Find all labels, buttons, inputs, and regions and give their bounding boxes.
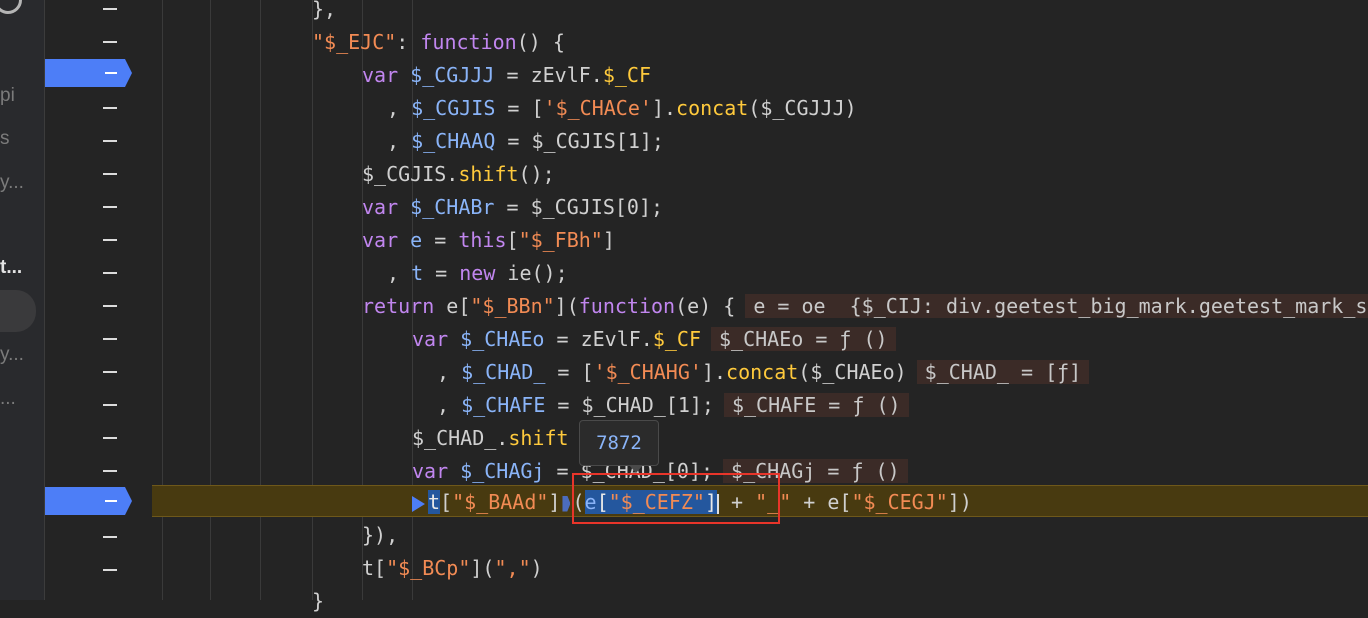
gutter-marker[interactable] bbox=[103, 173, 117, 175]
sidebar-item[interactable]: pi bbox=[0, 85, 15, 107]
gutter-marker[interactable] bbox=[103, 206, 117, 208]
gutter-marker[interactable] bbox=[103, 437, 117, 439]
code-line: "$_EJC": function() { bbox=[312, 30, 565, 54]
code-line: } bbox=[312, 589, 325, 613]
sidebar-item[interactable]: y... bbox=[0, 344, 24, 366]
gutter-marker[interactable] bbox=[103, 569, 117, 571]
gutter-marker[interactable] bbox=[103, 8, 117, 10]
sidebar-selected-pill[interactable] bbox=[0, 290, 36, 332]
code-line: t["$_BCp"](",") bbox=[362, 556, 543, 580]
code-line: , $_CHAFE = $_CHAD_[1]; $_CHAFE = ƒ () bbox=[437, 389, 909, 422]
gutter-marker[interactable] bbox=[103, 470, 117, 472]
gutter-marker[interactable] bbox=[103, 404, 117, 406]
annotation-highlight-box bbox=[572, 473, 780, 524]
code-line: , t = new ie(); bbox=[387, 261, 568, 285]
inline-value[interactable]: $_CHAEo = ƒ () bbox=[711, 327, 896, 351]
inline-value[interactable]: e = oe {$_CIJ: div.geetest_big_mark.geet… bbox=[745, 294, 1368, 318]
inline-value[interactable]: $_CHAD_ = [ƒ] bbox=[916, 360, 1090, 384]
step-marker-icon[interactable] bbox=[562, 495, 571, 512]
sidebar-item-active[interactable]: t... bbox=[0, 257, 22, 279]
gutter-marker[interactable] bbox=[103, 107, 117, 109]
gutter-marker[interactable] bbox=[103, 338, 117, 340]
gutter-marker[interactable] bbox=[103, 536, 117, 538]
gutter-marker[interactable] bbox=[103, 272, 117, 274]
code-line: var $_CHABr = $_CGJIS[0]; bbox=[362, 195, 664, 219]
sidebar-item[interactable]: y... bbox=[0, 172, 24, 194]
code-line: $_CGJIS.shift(); bbox=[362, 162, 555, 186]
refresh-icon[interactable] bbox=[0, 0, 22, 14]
breakpoint-marker[interactable] bbox=[45, 59, 132, 87]
gutter-marker[interactable] bbox=[103, 140, 117, 142]
line-gutter[interactable] bbox=[45, 0, 152, 600]
left-panel: pi s y... t... y... ... bbox=[0, 0, 45, 600]
code-line: }, bbox=[312, 0, 337, 21]
code-line: var e = this["$_FBh"] bbox=[362, 228, 615, 252]
code-line: var $_CHAEo = zEvlF.$_CF $_CHAEo = ƒ () bbox=[412, 323, 896, 356]
gutter-marker[interactable] bbox=[103, 371, 117, 373]
execution-pointer-icon bbox=[412, 495, 425, 512]
gutter-marker[interactable] bbox=[103, 239, 117, 241]
gutter-marker[interactable] bbox=[103, 305, 117, 307]
code-line: $_CHAD_.shift bbox=[412, 426, 569, 450]
sidebar-item[interactable]: s bbox=[0, 128, 10, 150]
code-line: , $_CHAAQ = $_CGJIS[1]; bbox=[387, 129, 664, 153]
code-line: , $_CHAD_ = ['$_CHAHG'].concat($_CHAEo) $… bbox=[437, 356, 1090, 389]
inline-value[interactable]: $_CHAFE = ƒ () bbox=[723, 393, 909, 417]
code-line: , $_CGJIS = ['$_CHACe'].concat($_CGJJJ) bbox=[387, 96, 857, 120]
hover-value-tooltip: 7872 bbox=[579, 420, 659, 473]
code-line: }), bbox=[362, 523, 399, 547]
gutter-marker[interactable] bbox=[103, 41, 117, 43]
code-line: return e["$_BBn"](function(e) {e = oe {$… bbox=[362, 290, 1368, 323]
code-line: var $_CGJJJ = zEvlF.$_CF bbox=[362, 63, 652, 87]
breakpoint-marker-current[interactable] bbox=[45, 487, 132, 515]
sidebar-item[interactable]: ... bbox=[0, 388, 16, 410]
